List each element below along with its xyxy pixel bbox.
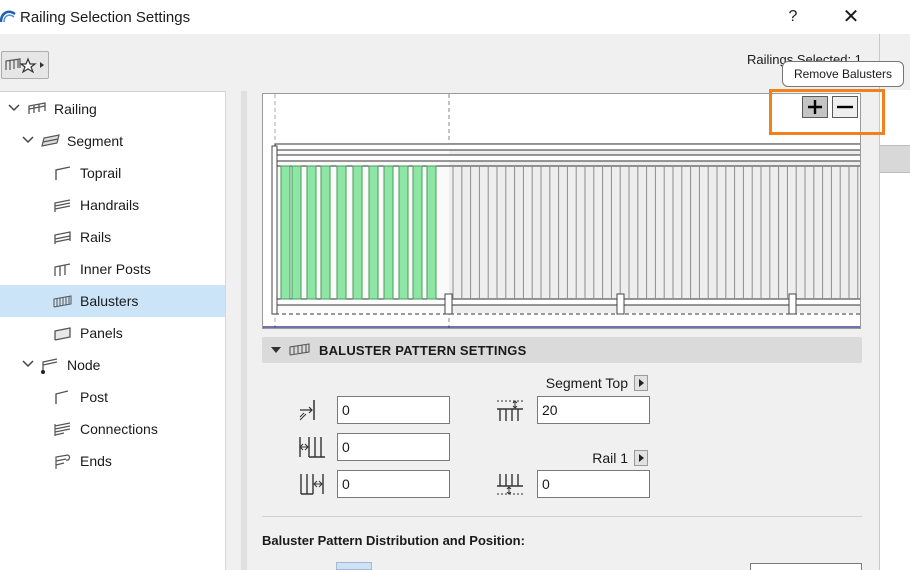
left-offset-icon [299, 400, 315, 421]
chevron-down-icon[interactable] [22, 134, 34, 146]
close-button[interactable]: ✕ [838, 6, 864, 28]
window-title: Railing Selection Settings [20, 9, 191, 26]
tree-item-label: Inner Posts [80, 261, 151, 277]
top-offset-icon [497, 400, 523, 421]
position-field[interactable] [750, 563, 862, 570]
right-offset-field[interactable]: 0 [337, 470, 450, 498]
section-separator [262, 516, 862, 517]
distribution-label: Baluster Pattern Distribution and Positi… [262, 533, 525, 548]
pane-divider[interactable] [225, 91, 226, 570]
bottom-offset-field[interactable]: 0 [537, 470, 650, 498]
tree-item-handrails[interactable]: Handrails [0, 189, 225, 221]
tree-item-label: Connections [80, 421, 158, 437]
post-icon [55, 390, 69, 404]
tree-item-panels[interactable]: Panels [0, 317, 225, 349]
connections-icon [54, 422, 71, 436]
dialog-window: Railing Selection Settings ? ✕ Railings … [0, 0, 885, 570]
tree-item-connections[interactable]: Connections [0, 413, 225, 445]
favorites-star-icon [5, 57, 44, 74]
chevron-down-icon[interactable] [22, 358, 34, 370]
bottom-reference-menu-button[interactable] [634, 450, 648, 466]
toprail-icon [55, 166, 71, 180]
segment-icon [41, 134, 60, 147]
tree-item-railing[interactable]: Railing [0, 93, 225, 125]
pattern-length-field[interactable]: 0 [337, 433, 450, 461]
tree-item-label: Railing [54, 101, 97, 117]
top-offset-field[interactable]: 20 [537, 396, 650, 424]
railing-icon [28, 102, 46, 114]
tree-item-post[interactable]: Post [0, 381, 225, 413]
ends-icon [55, 454, 71, 469]
tree-item-label: Node [67, 357, 101, 373]
chevron-down-icon[interactable] [8, 102, 20, 114]
rails-icon [54, 231, 71, 244]
section-title: BALUSTER PATTERN SETTINGS [319, 343, 527, 358]
tree-item-ends[interactable]: Ends [0, 445, 225, 477]
tree-item-label: Segment [67, 133, 124, 149]
bottom-offset-icon [497, 474, 523, 495]
left-offset-field[interactable]: 0 [337, 396, 450, 424]
top-reference-menu-button[interactable] [634, 375, 648, 391]
balusters-icon [53, 295, 72, 308]
background-ruler [880, 145, 910, 173]
add-balusters-button[interactable] [802, 96, 828, 118]
favorites-button[interactable] [1, 51, 49, 79]
plus-icon [808, 100, 822, 114]
remove-balusters-tooltip: Remove Balusters [782, 61, 904, 87]
title-bar: Railing Selection Settings ? ✕ [0, 0, 880, 34]
help-button[interactable]: ? [782, 6, 804, 28]
inner-posts-icon [54, 263, 71, 276]
tree-item-inner-posts[interactable]: Inner Posts [0, 253, 225, 285]
settings-tree: Railing Segment Toprail Handrails Rails Inner… [0, 91, 225, 570]
bottom-reference-label: Rail 1 [592, 450, 628, 466]
baluster-pattern-section-header[interactable]: BALUSTER PATTERN SETTINGS [262, 337, 862, 363]
content-scrollbar[interactable] [241, 91, 247, 570]
node-icon [41, 358, 58, 374]
tree-item-rails[interactable]: Rails [0, 221, 225, 253]
tree-item-label: Toprail [80, 165, 122, 181]
tree-item-balusters[interactable]: Balusters [0, 285, 225, 317]
tree-item-label: Balusters [80, 293, 139, 309]
minus-icon [837, 105, 853, 109]
tree-item-segment[interactable]: Segment [0, 125, 225, 157]
tree-item-label: Rails [80, 229, 112, 245]
right-offset-icon [300, 474, 324, 495]
panels-icon [54, 327, 71, 341]
remove-balusters-button[interactable] [832, 96, 858, 118]
tree-item-node[interactable]: Node [0, 349, 225, 381]
tree-item-label: Panels [80, 325, 123, 341]
tree-item-toprail[interactable]: Toprail [0, 157, 225, 189]
balusters-section-icon [289, 343, 310, 356]
distribution-option[interactable] [336, 562, 372, 570]
tree-item-label: Ends [80, 453, 112, 469]
app-icon [0, 10, 16, 23]
collapse-triangle-icon [271, 347, 281, 353]
tree-item-label: Handrails [80, 197, 140, 213]
handrails-icon [54, 199, 71, 212]
pattern-length-icon [299, 437, 325, 458]
tree-item-label: Post [80, 389, 109, 405]
top-reference-label: Segment Top [545, 375, 628, 391]
